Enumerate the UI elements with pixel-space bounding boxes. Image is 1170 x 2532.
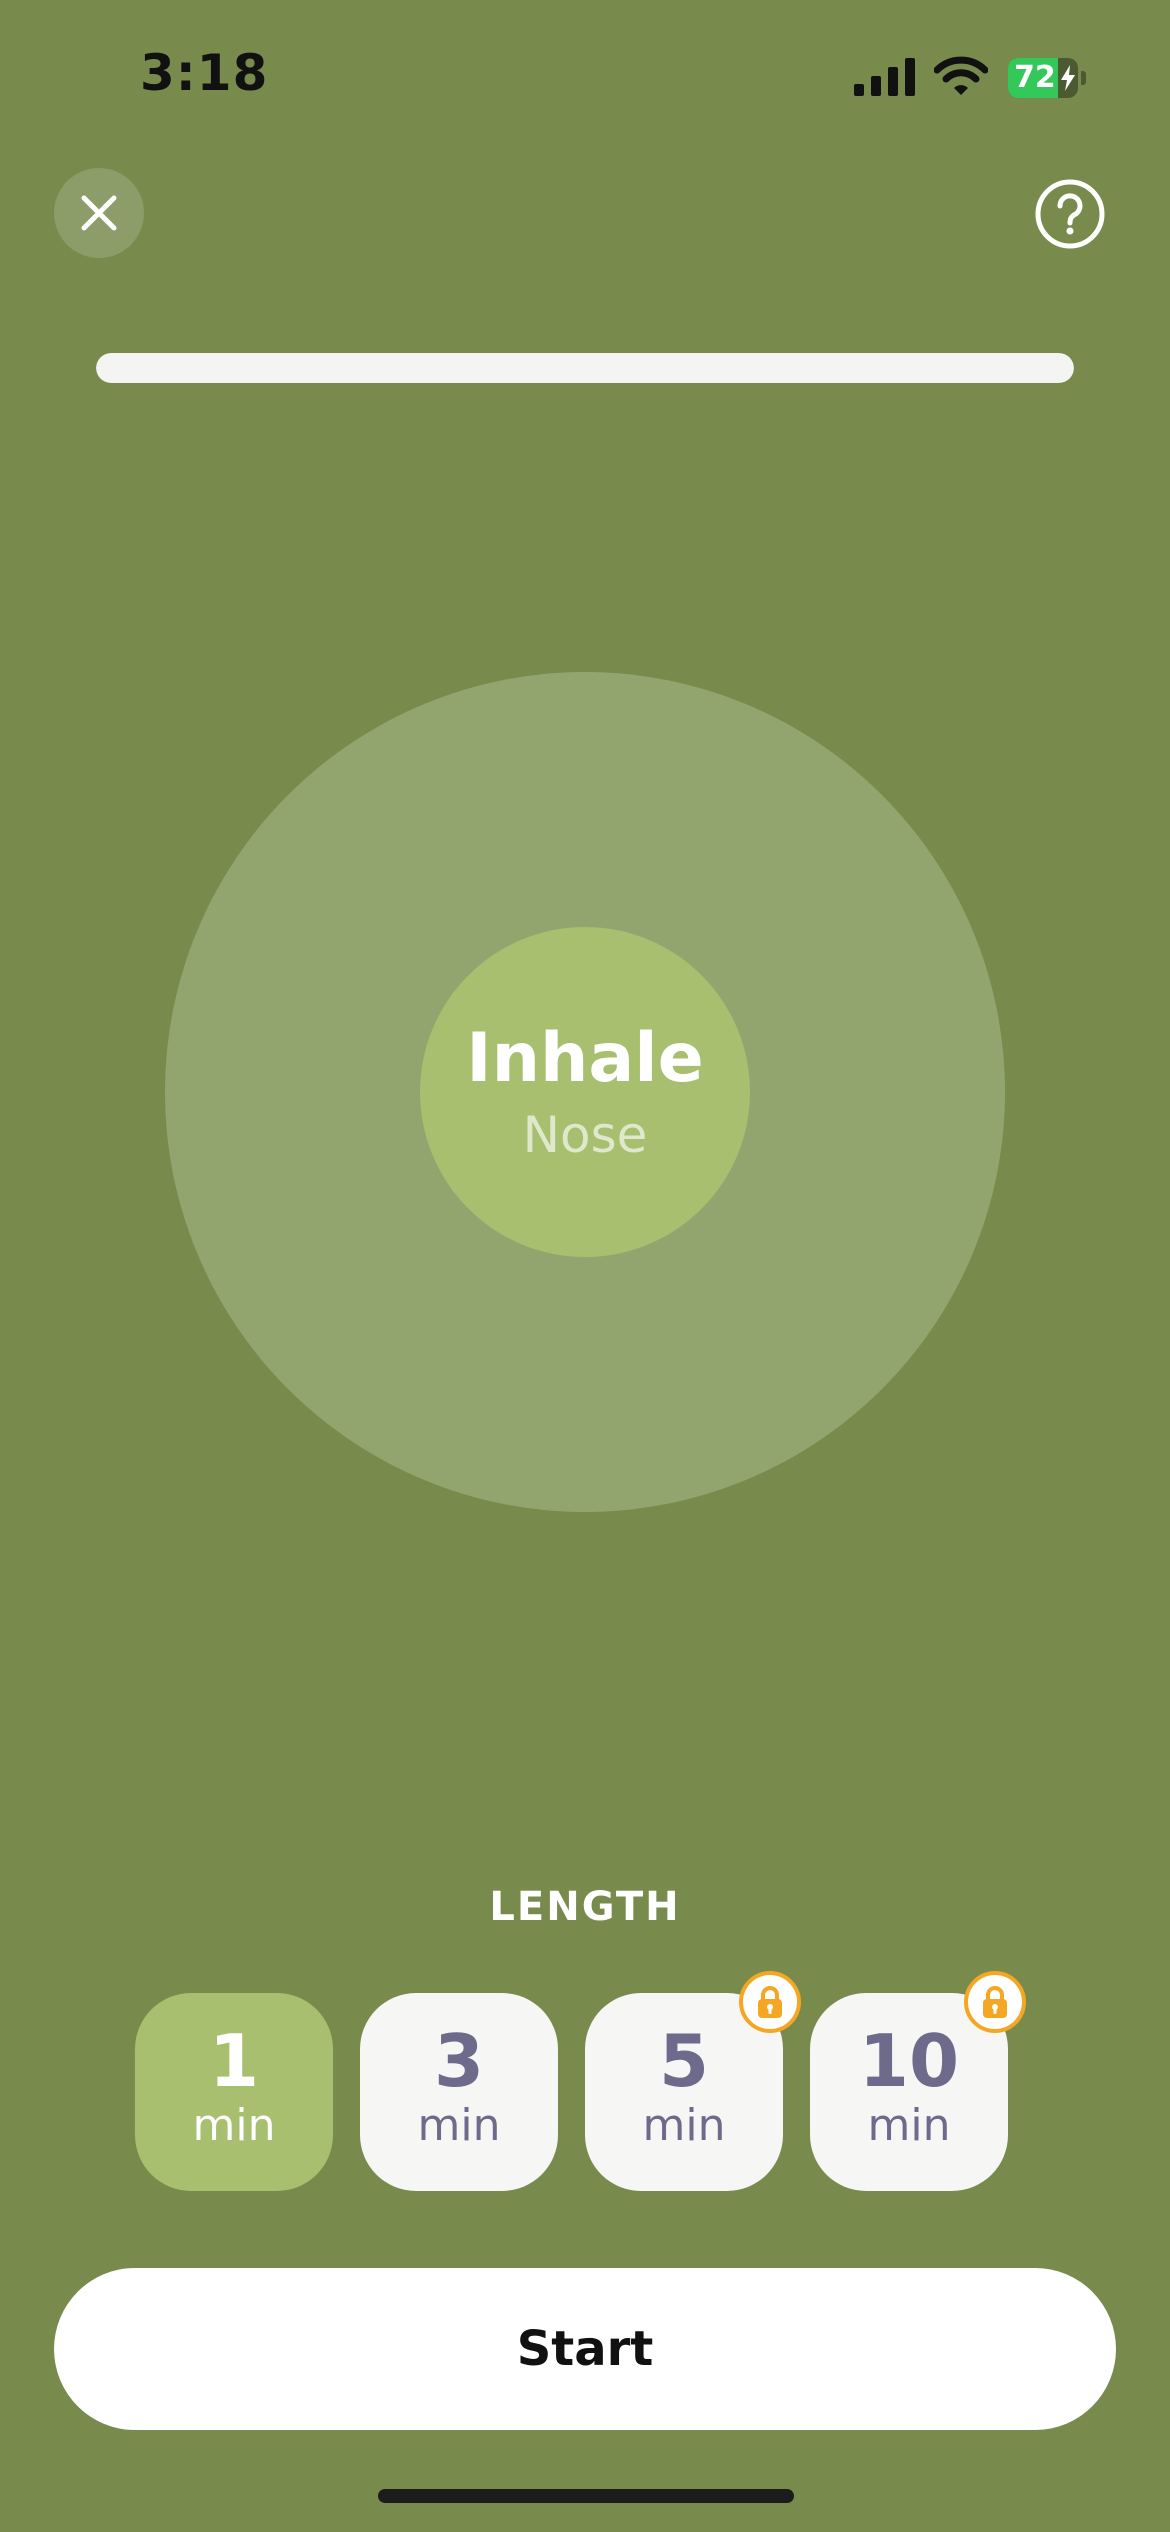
wifi-icon [934, 56, 988, 95]
question-mark-icon [1035, 179, 1105, 249]
length-heading: LENGTH [489, 1884, 681, 1930]
lock-badge [964, 1971, 1026, 2033]
length-option-unit: min [417, 2100, 501, 2151]
length-option-value: 1 [208, 2019, 260, 2103]
length-option-value: 5 [658, 2019, 710, 2103]
length-option-10-min[interactable]: 10 min [810, 1971, 1026, 2191]
signal-icon [854, 58, 915, 96]
length-option-5-min[interactable]: 5 min [585, 1971, 801, 2191]
lock-icon [758, 1986, 782, 2018]
breathing-instruction: Nose [522, 1106, 648, 1164]
breathing-phase-label: Inhale [466, 1019, 704, 1098]
length-option-value: 3 [433, 2019, 485, 2103]
home-indicator[interactable] [378, 2489, 794, 2503]
length-option-3-min[interactable]: 3 min [360, 1993, 558, 2191]
length-option-value: 10 [858, 2019, 960, 2103]
help-button[interactable] [1034, 178, 1106, 250]
status-time: 3:18 [140, 44, 269, 102]
length-option-unit: min [867, 2100, 951, 2151]
close-button[interactable] [54, 168, 144, 258]
battery-percent: 72 [1014, 60, 1056, 95]
battery-icon: 72 [1008, 58, 1088, 98]
lock-badge [739, 1971, 801, 2033]
close-icon [81, 195, 117, 231]
length-option-unit: min [642, 2100, 726, 2151]
length-option-unit: min [192, 2100, 276, 2151]
progress-fill [96, 353, 1074, 383]
charging-bolt-icon [1061, 65, 1075, 91]
breathing-inner-circle: Inhale Nose [420, 927, 750, 1257]
start-button[interactable]: Start [54, 2268, 1116, 2430]
progress-bar [96, 353, 1074, 383]
lock-icon [983, 1986, 1007, 2018]
length-option-1-min[interactable]: 1 min [135, 1993, 333, 2191]
